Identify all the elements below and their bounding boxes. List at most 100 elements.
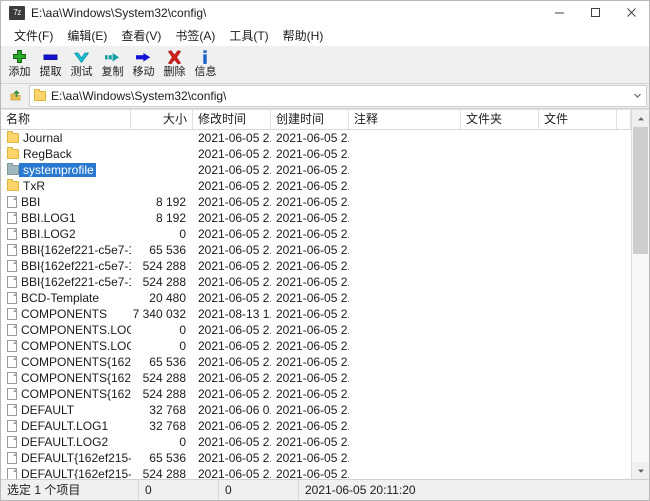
menu-file[interactable]: 文件(F) [7,25,60,46]
scroll-track[interactable] [632,127,649,462]
menu-help[interactable]: 帮助(H) [276,25,331,46]
folder-icon [7,131,19,143]
table-row[interactable]: RegBack 2021-06-05 2... 2021-06-05 2... [1,146,631,162]
column-header-files[interactable]: 文件 [539,110,617,129]
file-icon [7,404,17,416]
cell-created: 2021-06-05 2... [276,195,349,209]
table-row[interactable]: BBI.LOG2 0 2021-06-05 2... 2021-06-05 2... [1,226,631,242]
toolbar-test[interactable]: 测试 [66,47,97,79]
table-row[interactable]: DEFAULT{162ef215-c5... 65 536 2021-06-05 2… [1,450,631,466]
file-icon [7,212,17,224]
cell-created: 2021-06-05 2... [276,403,349,417]
maximize-button[interactable] [577,1,613,24]
cell-created: 2021-06-05 2... [276,291,349,305]
file-icon [7,372,17,384]
table-row[interactable]: COMPONENTS{162ef... 524 288 2021-06-05 2..… [1,370,631,386]
file-icon [7,420,17,432]
cell-created: 2021-06-05 2... [276,179,349,193]
toolbar-copy[interactable]: 复制 [97,47,128,79]
toolbar-copy-label: 复制 [101,66,124,78]
column-header-size[interactable]: 大小 [131,110,193,129]
test-chevron-down-icon [71,48,93,66]
toolbar-add[interactable]: 添加 [4,47,35,79]
table-row[interactable]: Journal 2021-06-05 2... 2021-06-05 2... [1,130,631,146]
path-combobox[interactable]: E:\aa\Windows\System32\config\ [29,85,647,107]
file-icon [7,356,17,368]
menu-edit[interactable]: 编辑(E) [60,25,114,46]
scroll-thumb[interactable] [633,127,648,255]
file-name: BBI{162ef221-c5e7-1... [21,259,131,273]
table-row[interactable]: COMPONENTS 7 340 032 2021-08-13 1... 2021-0… [1,306,631,322]
column-header-modified[interactable]: 修改时间 [193,110,271,129]
menu-bar: 文件(F) 编辑(E) 查看(V) 书签(A) 工具(T) 帮助(H) [1,25,649,46]
table-row[interactable]: systemprofile 2021-06-05 2... 2021-06-05 2… [1,162,631,178]
cell-modified: 2021-06-05 2... [198,291,271,305]
column-header-comment[interactable]: 注释 [349,110,461,129]
file-name: Journal [23,131,63,145]
minimize-button[interactable] [541,1,577,24]
table-row[interactable]: TxR 2021-06-05 2... 2021-06-05 2... [1,178,631,194]
file-icon [7,388,17,400]
cell-created: 2021-06-05 2... [276,339,349,353]
table-row[interactable]: COMPONENTS{162ef... 524 288 2021-06-05 2..… [1,386,631,402]
cell-created: 2021-06-05 2... [276,435,349,449]
table-row[interactable]: DEFAULT.LOG1 32 768 2021-06-05 2... 2021-06… [1,418,631,434]
column-header-filler [617,110,631,129]
cell-size: 0 [179,227,186,241]
menu-view[interactable]: 查看(V) [114,25,168,46]
table-row[interactable]: DEFAULT 32 768 2021-06-06 0... 2021-06-05 2… [1,402,631,418]
table-row[interactable]: COMPONENTS{162ef... 65 536 2021-06-05 2...… [1,354,631,370]
file-icon [7,340,17,352]
chevron-down-icon[interactable] [629,86,646,104]
table-row[interactable]: BBI.LOG1 8 192 2021-06-05 2... 2021-06-05 2… [1,210,631,226]
file-rows[interactable]: Journal2021-06-05 2...2021-06-05 2...Reg… [1,130,631,479]
scroll-down-button[interactable] [632,462,649,479]
cell-modified: 2021-06-06 0... [198,403,271,417]
extract-minus-icon [40,48,62,66]
column-header-folders[interactable]: 文件夹 [461,110,539,129]
toolbar-info[interactable]: 信息 [190,47,221,79]
table-row[interactable]: BBI{162ef221-c5e7-1... 524 288 2021-06-05 … [1,258,631,274]
window-controls [541,1,649,24]
toolbar-extract[interactable]: 提取 [35,47,66,79]
file-name: COMPONENTS{162ef... [21,371,131,385]
table-row[interactable]: COMPONENTS.LOG1 0 2021-06-05 2... 2021-06-0… [1,322,631,338]
table-row[interactable]: BBI{162ef221-c5e7-1... 65 536 2021-06-05 2… [1,242,631,258]
path-text: E:\aa\Windows\System32\config\ [51,89,227,103]
cell-size: 65 536 [149,451,186,465]
menu-bookmarks[interactable]: 书签(A) [168,25,222,46]
file-name: COMPONENTS.LOG1 [21,323,131,337]
cell-modified: 2021-06-05 2... [198,387,271,401]
menu-tools[interactable]: 工具(T) [222,25,275,46]
toolbar-delete[interactable]: 删除 [159,47,190,79]
column-header-created[interactable]: 创建时间 [271,110,349,129]
cell-created: 2021-06-05 2... [276,243,349,257]
column-header-name[interactable]: 名称 [1,110,131,129]
cell-modified: 2021-06-05 2... [198,323,271,337]
address-bar: E:\aa\Windows\System32\config\ [1,84,649,109]
move-arrow-right-icon [133,48,155,66]
table-row[interactable]: COMPONENTS.LOG2 0 2021-06-05 2... 2021-06-0… [1,338,631,354]
up-folder-icon[interactable] [5,86,27,106]
table-row[interactable]: BBI 8 192 2021-06-05 2... 2021-06-05 2... [1,194,631,210]
table-row[interactable]: BCD-Template 20 480 2021-06-05 2... 2021-06… [1,290,631,306]
table-row[interactable]: DEFAULT{162ef215-c5... 524 288 2021-06-05 … [1,466,631,479]
table-row[interactable]: BBI{162ef221-c5e7-1... 524 288 2021-06-05 … [1,274,631,290]
toolbar-move[interactable]: 移动 [128,47,159,79]
file-name: DEFAULT{162ef215-c5... [21,467,131,479]
cell-created: 2021-06-05 2... [276,131,349,145]
toolbar-test-label: 测试 [70,66,93,78]
cell-size: 524 288 [142,275,186,289]
title-bar: 7z E:\aa\Windows\System32\config\ [1,1,649,25]
scroll-up-button[interactable] [632,110,649,127]
file-name: BBI{162ef221-c5e7-1... [21,275,131,289]
toolbar: 添加 提取 测试 复制 移动 删除 信息 [1,46,649,84]
cell-size: 7 340 032 [132,307,186,321]
status-bar: 选定 1 个项目 0 0 2021-06-05 20:11:20 [1,479,649,500]
close-button[interactable] [613,1,649,24]
table-row[interactable]: DEFAULT.LOG2 0 2021-06-05 2... 2021-06-05 2… [1,434,631,450]
cell-created: 2021-06-05 2... [276,211,349,225]
vertical-scrollbar[interactable] [631,110,649,479]
file-icon [7,196,17,208]
copy-arrow-right-icon [102,48,124,66]
